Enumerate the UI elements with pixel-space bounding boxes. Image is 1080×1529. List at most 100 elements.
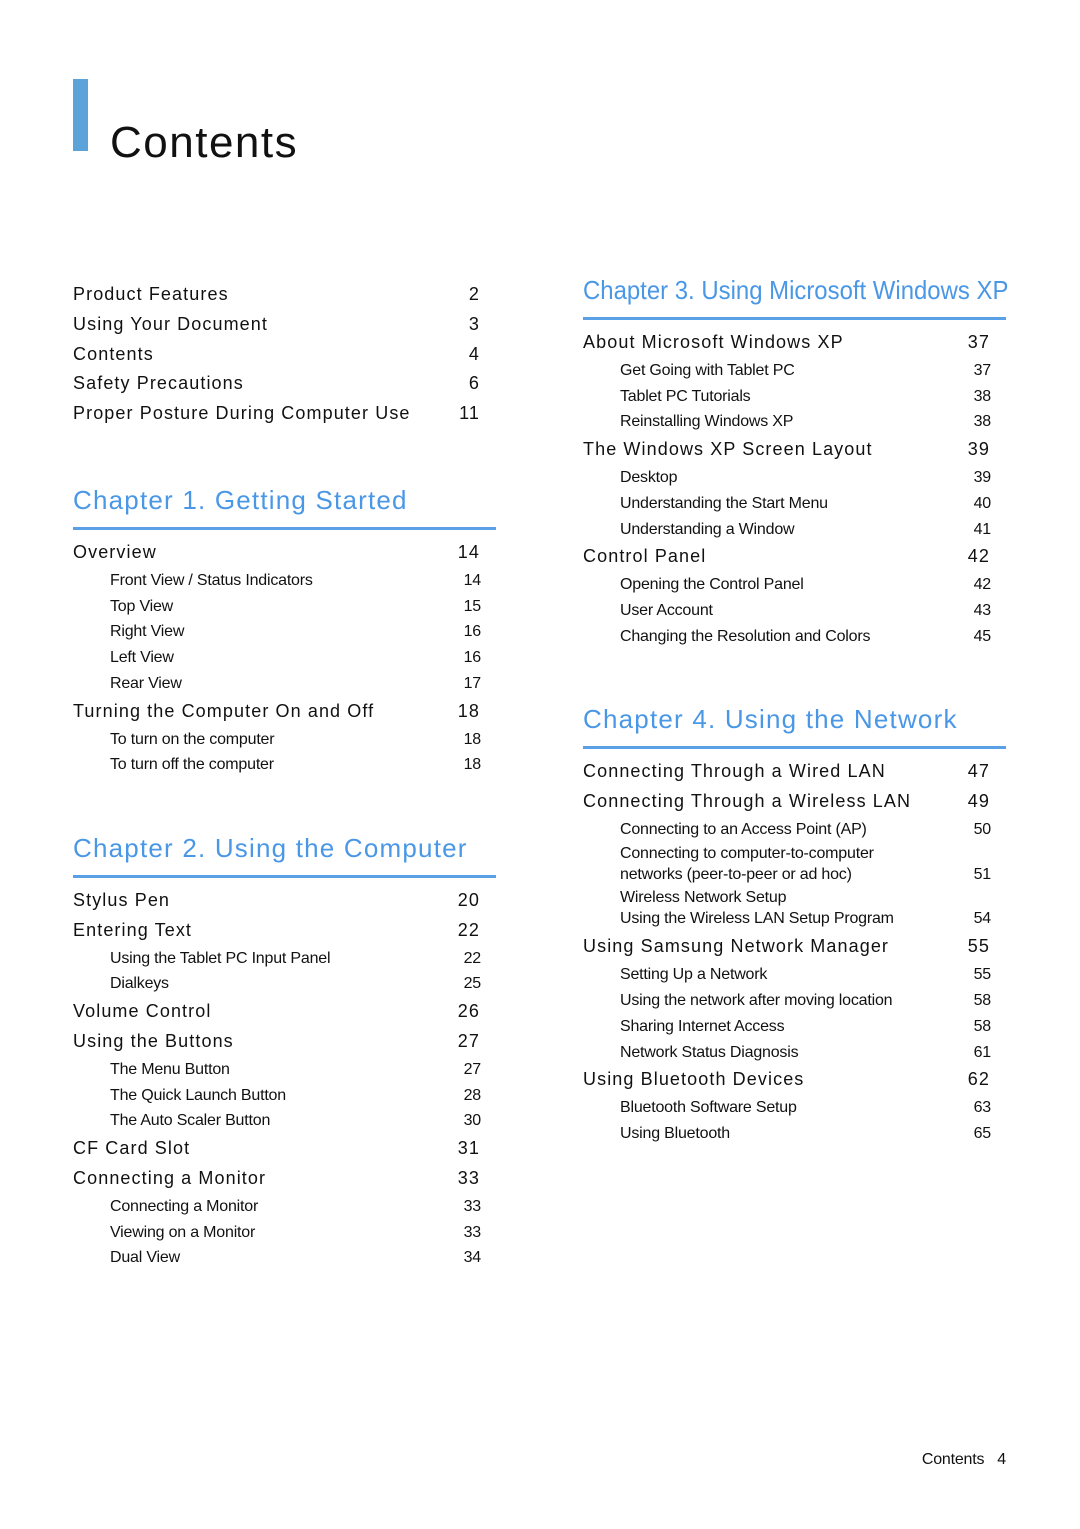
toc-subsection-entry[interactable]: Get Going with Tablet PC 37 bbox=[583, 358, 1006, 384]
toc-subsection-entry[interactable]: Dialkeys 25 bbox=[73, 971, 496, 997]
toc-entry-page: 31 bbox=[457, 1138, 480, 1159]
toc-entry-label: To turn on the computer bbox=[110, 730, 275, 748]
toc-subsection-entry[interactable]: Rear View 17 bbox=[73, 671, 496, 697]
toc-subsection-entry[interactable]: Connecting a Monitor 33 bbox=[73, 1194, 496, 1220]
chapter-heading: Chapter 3. Using Microsoft Windows XP bbox=[583, 275, 1009, 305]
toc-section-entry[interactable]: Product Features 2 bbox=[73, 280, 496, 310]
chapter-rule bbox=[73, 527, 496, 530]
toc-subsection-entry[interactable]: Bluetooth Software Setup 63 bbox=[583, 1095, 1006, 1121]
toc-entry-label: Using Bluetooth Devices bbox=[583, 1069, 805, 1090]
toc-entry-page: 38 bbox=[973, 413, 992, 431]
toc-section-entry[interactable]: Connecting Through a Wireless LAN 49 bbox=[583, 787, 1006, 817]
toc-subsection-entry[interactable]: Changing the Resolution and Colors 45 bbox=[583, 624, 1006, 650]
footer-section-label: Contents bbox=[921, 1451, 985, 1468]
toc-subsection-entry[interactable]: Using the network after moving location 5… bbox=[583, 988, 1006, 1014]
toc-subsection-entry[interactable]: Wireless Network Setup Using the Wireless… bbox=[583, 888, 1006, 929]
toc-entry-page: 65 bbox=[973, 1124, 992, 1142]
toc-entry-label: Reinstalling Windows XP bbox=[620, 413, 794, 431]
toc-subsection-entry[interactable]: User Account 43 bbox=[583, 598, 1006, 624]
toc-entry-page: 51 bbox=[973, 865, 992, 883]
toc-section-entry[interactable]: Using Bluetooth Devices 62 bbox=[583, 1065, 1006, 1095]
toc-entry-page: 28 bbox=[463, 1086, 482, 1104]
toc-entry-page: 33 bbox=[463, 1223, 482, 1241]
toc-entry-label: Dialkeys bbox=[110, 975, 169, 993]
toc-section-entry[interactable]: Control Panel 42 bbox=[583, 542, 1006, 572]
toc-entry-page: 50 bbox=[973, 820, 992, 838]
toc-subsection-entry[interactable]: Using the Tablet PC Input Panel 22 bbox=[73, 946, 496, 972]
toc-subsection-entry[interactable]: Right View 16 bbox=[73, 619, 496, 645]
toc-entry-page: 22 bbox=[463, 949, 482, 967]
toc-entry-label: Overview bbox=[73, 542, 157, 562]
toc-subsection-entry[interactable]: Front View / Status Indicators 14 bbox=[73, 568, 496, 594]
toc-entry-label: Setting Up a Network bbox=[620, 966, 768, 984]
toc-subsection-entry[interactable]: Opening the Control Panel 42 bbox=[583, 572, 1006, 598]
toc-entry-page: 58 bbox=[973, 991, 992, 1009]
toc-section-entry[interactable]: Using the Buttons 27 bbox=[73, 1027, 496, 1057]
toc-entry-label: Contents bbox=[73, 343, 154, 364]
toc-section-entry[interactable]: Entering Text 22 bbox=[73, 916, 496, 946]
toc-entry-label: Stylus Pen bbox=[73, 890, 171, 910]
toc-section-entry[interactable]: Connecting Through a Wired LAN 47 bbox=[583, 757, 1006, 787]
toc-entry-page: 2 bbox=[468, 284, 480, 304]
toc-entry-page: 15 bbox=[463, 597, 482, 615]
toc-section-entry[interactable]: Turning the Computer On and Off 18 bbox=[73, 697, 496, 727]
chapter-entries: About Microsoft Windows XP 37 Get Going wi… bbox=[583, 328, 1006, 650]
toc-section-entry[interactable]: Contents 4 bbox=[73, 340, 496, 370]
toc-entry-page: 63 bbox=[973, 1099, 992, 1117]
toc-entry-page: 41 bbox=[973, 520, 992, 538]
toc-subsection-entry[interactable]: Left View 16 bbox=[73, 645, 496, 671]
toc-entry-label: Connecting to computer-to-computer networ… bbox=[620, 844, 951, 885]
toc-subsection-entry[interactable]: Network Status Diagnosis 61 bbox=[583, 1040, 1006, 1066]
toc-section-entry[interactable]: Using Your Document 3 bbox=[73, 310, 496, 340]
toc-subsection-entry[interactable]: The Auto Scaler Button 30 bbox=[73, 1108, 496, 1134]
toc-section-entry[interactable]: Overview 14 bbox=[73, 538, 496, 568]
toc-subsection-entry[interactable]: The Menu Button 27 bbox=[73, 1057, 496, 1083]
toc-entry-label-line: Connecting to computer-to-computer bbox=[620, 845, 874, 863]
toc-section-entry[interactable]: CF Card Slot 31 bbox=[73, 1134, 496, 1164]
toc-entry-page: 16 bbox=[463, 623, 482, 641]
toc-entry-page: 22 bbox=[457, 919, 480, 940]
toc-entry-label: About Microsoft Windows XP bbox=[583, 332, 844, 352]
toc-section-entry[interactable]: Volume Control 26 bbox=[73, 997, 496, 1027]
toc-subsection-entry[interactable]: Connecting to an Access Point (AP) 50 bbox=[583, 817, 1006, 843]
page-title: Contents bbox=[110, 118, 299, 168]
toc-subsection-entry[interactable]: Viewing on a Monitor 33 bbox=[73, 1220, 496, 1246]
toc-subsection-entry[interactable]: Understanding a Window 41 bbox=[583, 517, 1006, 543]
toc-subsection-entry[interactable]: Understanding the Start Menu 40 bbox=[583, 491, 1006, 517]
toc-section-entry[interactable]: About Microsoft Windows XP 37 bbox=[583, 328, 1006, 358]
toc-section-entry[interactable]: The Windows XP Screen Layout 39 bbox=[583, 435, 1006, 465]
toc-section-entry[interactable]: Stylus Pen 20 bbox=[73, 886, 496, 916]
toc-entry-page: 4 bbox=[468, 343, 480, 364]
toc-subsection-entry[interactable]: Sharing Internet Access 58 bbox=[583, 1014, 1006, 1040]
toc-entry-page: 43 bbox=[973, 601, 992, 619]
toc-section-entry[interactable]: Using Samsung Network Manager 55 bbox=[583, 932, 1006, 962]
toc-entry-label: Volume Control bbox=[73, 1001, 212, 1022]
toc-entry-page: 37 bbox=[973, 361, 992, 379]
toc-section-entry[interactable]: Connecting a Monitor 33 bbox=[73, 1164, 496, 1194]
toc-entry-page: 39 bbox=[967, 439, 990, 460]
toc-subsection-entry[interactable]: Connecting to computer-to-computer networ… bbox=[583, 844, 1006, 885]
toc-subsection-entry[interactable]: The Quick Launch Button 28 bbox=[73, 1083, 496, 1109]
toc-entry-label: Control Panel bbox=[583, 546, 707, 567]
toc-entry-label: Connecting Through a Wireless LAN bbox=[583, 790, 912, 811]
toc-entry-label: CF Card Slot bbox=[73, 1138, 191, 1159]
toc-entry-page: 58 bbox=[973, 1017, 992, 1035]
toc-entry-label: Desktop bbox=[620, 468, 678, 486]
toc-subsection-entry[interactable]: To turn on the computer 18 bbox=[73, 727, 496, 753]
toc-subsection-entry[interactable]: Top View 15 bbox=[73, 594, 496, 620]
toc-section-entry[interactable]: Proper Posture During Computer Use 11 bbox=[73, 399, 496, 429]
toc-entry-label: Entering Text bbox=[73, 919, 193, 940]
toc-subsection-entry[interactable]: Reinstalling Windows XP 38 bbox=[583, 409, 1006, 435]
toc-entry-label: Product Features bbox=[73, 284, 229, 304]
toc-subsection-entry[interactable]: Setting Up a Network 55 bbox=[583, 962, 1006, 988]
toc-subsection-entry[interactable]: To turn off the computer 18 bbox=[73, 752, 496, 778]
toc-subsection-entry[interactable]: Desktop 39 bbox=[583, 465, 1006, 491]
toc-section-entry[interactable]: Safety Precautions 6 bbox=[73, 369, 496, 399]
toc-subsection-entry[interactable]: Tablet PC Tutorials 38 bbox=[583, 384, 1006, 410]
toc-entry-page: 42 bbox=[967, 546, 990, 567]
toc-entry-label: Right View bbox=[110, 623, 185, 641]
toc-subsection-entry[interactable]: Using Bluetooth 65 bbox=[583, 1121, 1006, 1147]
toc-entry-label: Tablet PC Tutorials bbox=[620, 387, 751, 405]
toc-subsection-entry[interactable]: Dual View 34 bbox=[73, 1245, 496, 1271]
chapter-2-section: Chapter 2. Using the Computer Stylus Pen… bbox=[73, 832, 496, 1271]
